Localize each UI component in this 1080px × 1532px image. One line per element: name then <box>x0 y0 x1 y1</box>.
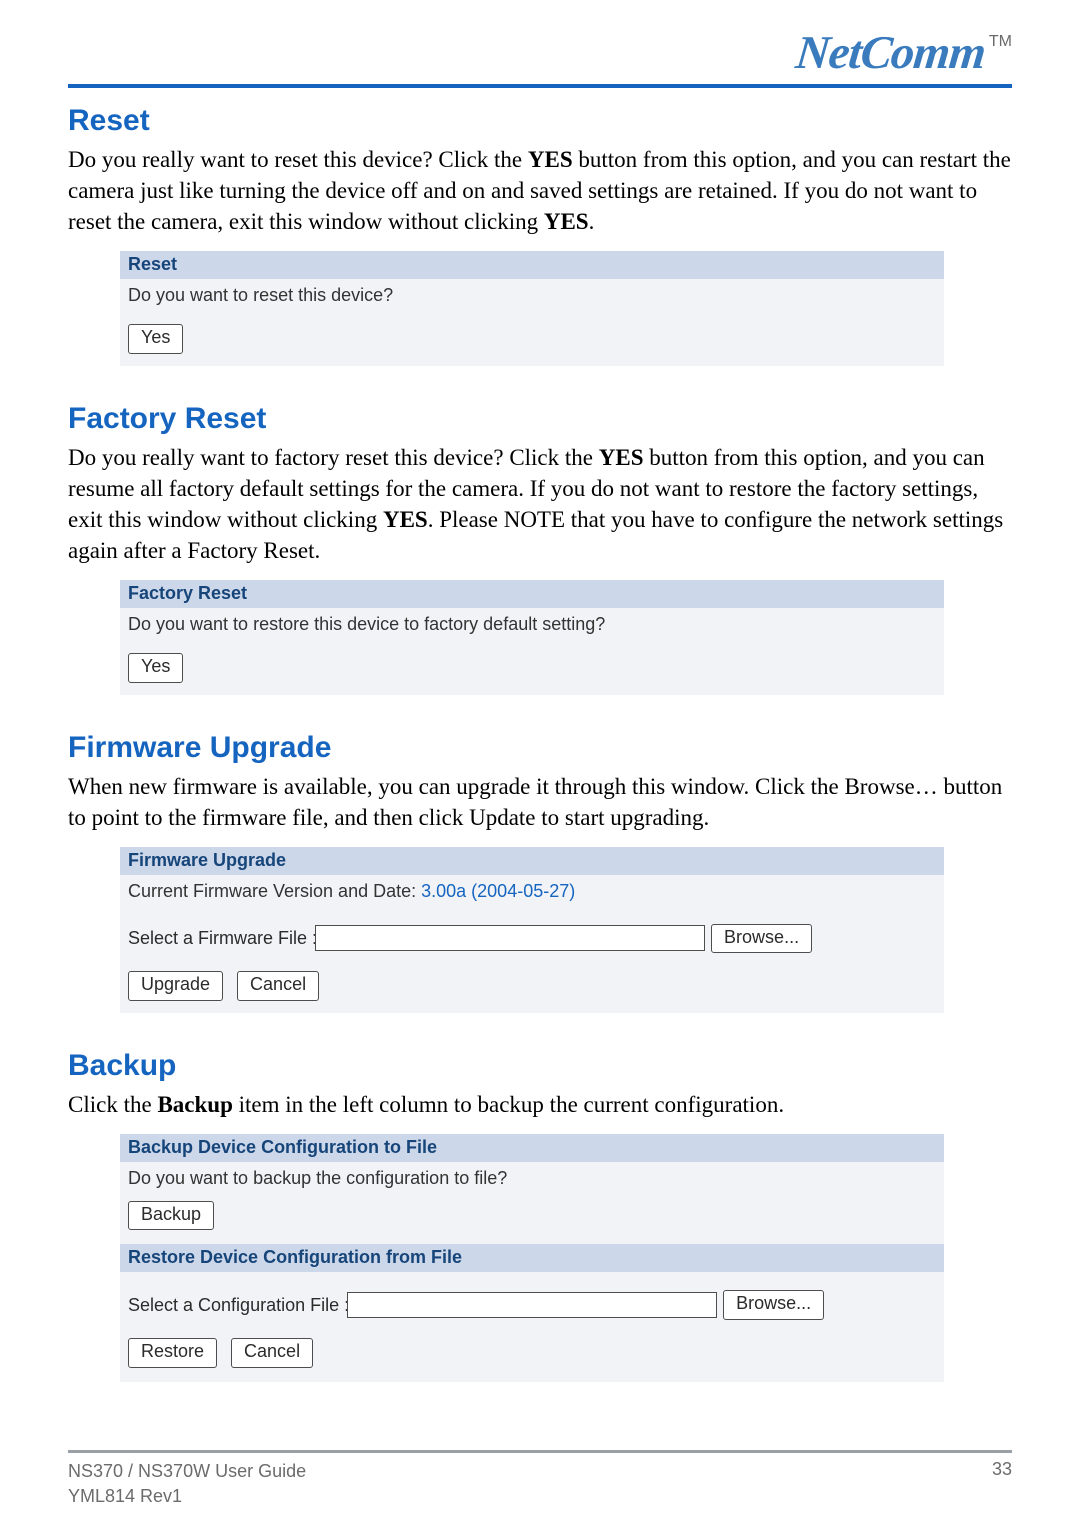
firmware-file-label: Select a Firmware File : <box>128 928 317 949</box>
bold-backup: Backup <box>157 1092 232 1117</box>
spacer <box>68 376 1012 386</box>
restore-button[interactable]: Restore <box>128 1338 217 1368</box>
reset-panel-body: Do you want to reset this device? Yes <box>120 279 944 366</box>
heading-factory-reset: Factory Reset <box>68 402 1012 436</box>
brand-name: NetComm <box>794 30 988 77</box>
brand-logo: NetComm TM <box>796 30 1012 77</box>
firmware-file-row: Select a Firmware File : Browse... <box>128 924 936 954</box>
bold-yes: YES <box>528 147 573 172</box>
bold-yes: YES <box>544 209 589 234</box>
reset-question: Do you want to reset this device? <box>128 285 936 306</box>
firmware-paragraph: When new firmware is available, you can … <box>68 771 1012 833</box>
restore-cancel-button[interactable]: Cancel <box>231 1338 313 1368</box>
text: Click the <box>68 1092 157 1117</box>
factory-panel: Factory Reset Do you want to restore thi… <box>120 580 944 695</box>
heading-firmware: Firmware Upgrade <box>68 731 1012 765</box>
restore-file-input[interactable] <box>347 1292 717 1318</box>
page-container: NetComm TM Reset Do you really want to r… <box>0 0 1080 1532</box>
factory-panel-title: Factory Reset <box>120 580 944 608</box>
factory-panel-body: Do you want to restore this device to fa… <box>120 608 944 695</box>
backup-panel-title: Backup Device Configuration to File <box>120 1134 944 1162</box>
restore-file-label: Select a Configuration File : <box>128 1295 349 1316</box>
reset-panel-title: Reset <box>120 251 944 279</box>
firmware-panel-title: Firmware Upgrade <box>120 847 944 875</box>
page-footer: NS370 / NS370W User Guide YML814 Rev1 33 <box>68 1450 1012 1508</box>
header-rule: NetComm TM <box>68 24 1012 88</box>
spacer <box>68 1023 1012 1033</box>
restore-panel-title: Restore Device Configuration from File <box>120 1244 944 1272</box>
bold-yes: YES <box>383 507 428 532</box>
footer-page-number: 33 <box>992 1459 1012 1480</box>
backup-paragraph: Click the Backup item in the left column… <box>68 1089 1012 1120</box>
firmware-current-label: Current Firmware Version and Date: <box>128 881 421 901</box>
brand-tm: TM <box>989 33 1012 51</box>
bold-yes: YES <box>599 445 644 470</box>
backup-button[interactable]: Backup <box>128 1201 214 1231</box>
restore-file-row: Select a Configuration File : Browse... <box>128 1290 936 1320</box>
footer-left: NS370 / NS370W User Guide YML814 Rev1 <box>68 1459 306 1508</box>
firmware-version-value: 3.00a (2004-05-27) <box>421 881 575 901</box>
factory-paragraph: Do you really want to factory reset this… <box>68 442 1012 566</box>
spacer <box>68 705 1012 715</box>
heading-reset: Reset <box>68 104 1012 138</box>
reset-panel: Reset Do you want to reset this device? … <box>120 251 944 366</box>
backup-question: Do you want to backup the configuration … <box>128 1168 936 1189</box>
firmware-panel: Firmware Upgrade Current Firmware Versio… <box>120 847 944 1013</box>
firmware-upgrade-button[interactable]: Upgrade <box>128 971 223 1001</box>
restore-browse-button[interactable]: Browse... <box>723 1290 824 1320</box>
firmware-browse-button[interactable]: Browse... <box>711 924 812 954</box>
heading-backup: Backup <box>68 1049 1012 1083</box>
backup-panel: Backup Device Configuration to File Do y… <box>120 1134 944 1382</box>
firmware-cancel-button[interactable]: Cancel <box>237 971 319 1001</box>
reset-yes-button[interactable]: Yes <box>128 324 183 354</box>
backup-panel-body: Do you want to backup the configuration … <box>120 1162 944 1245</box>
firmware-current-version: Current Firmware Version and Date: 3.00a… <box>128 881 936 902</box>
reset-paragraph: Do you really want to reset this device?… <box>68 144 1012 237</box>
factory-question: Do you want to restore this device to fa… <box>128 614 936 635</box>
text: Do you really want to factory reset this… <box>68 445 599 470</box>
factory-yes-button[interactable]: Yes <box>128 653 183 683</box>
text: . <box>589 209 595 234</box>
restore-panel-body: Select a Configuration File : Browse... … <box>120 1272 944 1381</box>
footer-guide-title: NS370 / NS370W User Guide <box>68 1459 306 1483</box>
text: item in the left column to backup the cu… <box>233 1092 784 1117</box>
firmware-panel-body: Current Firmware Version and Date: 3.00a… <box>120 875 944 1013</box>
footer-revision: YML814 Rev1 <box>68 1484 306 1508</box>
firmware-file-input[interactable] <box>315 925 705 951</box>
text: Do you really want to reset this device?… <box>68 147 528 172</box>
